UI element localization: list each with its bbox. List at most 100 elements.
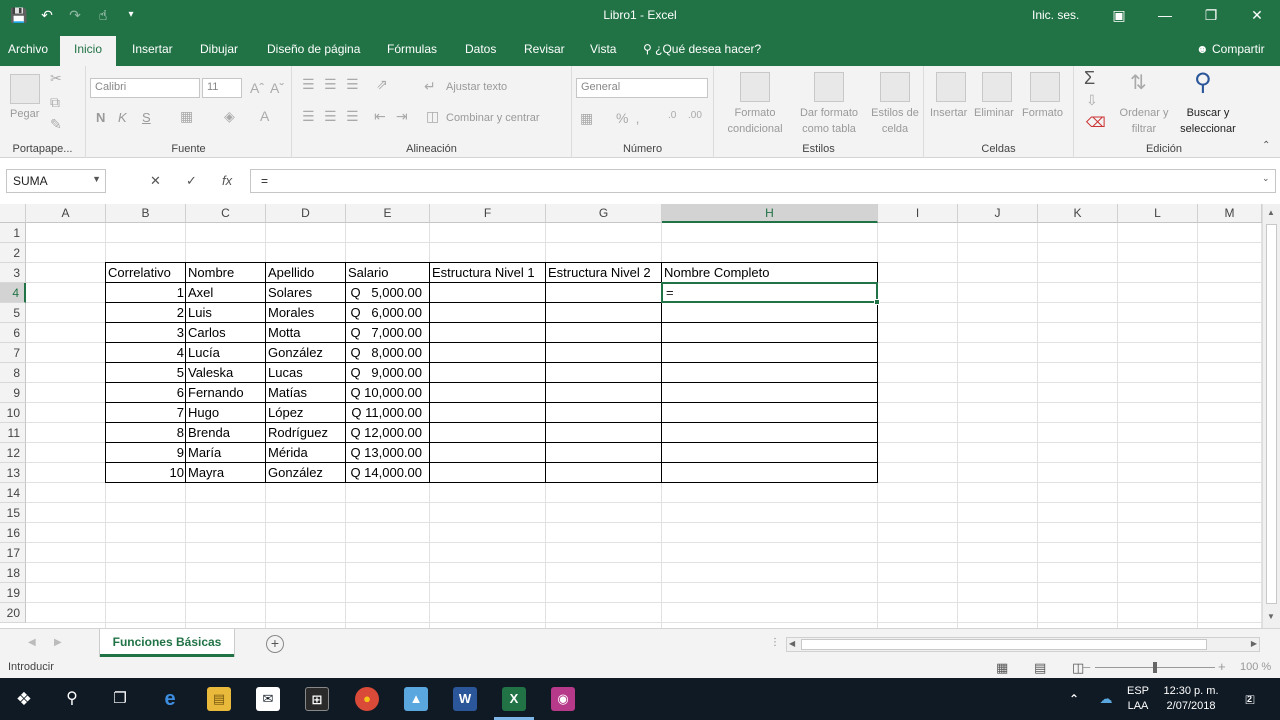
wrap-text-button[interactable]: Ajustar texto [446,81,507,93]
column-header-d[interactable]: D [266,204,346,223]
wallpaper-app-icon[interactable]: ▲ [404,687,428,711]
table-cell[interactable]: Luis [186,303,266,323]
column-header-g[interactable]: G [546,204,662,223]
row-header-19[interactable]: 19 [0,583,26,603]
tab-dibujar[interactable]: Dibujar [200,42,238,56]
calculator-icon[interactable]: ⊞ [305,687,329,711]
tab-vista[interactable]: Vista [590,42,616,56]
task-view-icon[interactable]: ❐ [108,687,132,711]
autosum-icon[interactable]: Σ [1084,68,1095,89]
sheet-tab-funciones-basicas[interactable]: Funciones Básicas [100,629,234,657]
network-icon[interactable]: ☁ [1094,687,1118,711]
action-center-icon[interactable]: □ 2 [1238,687,1262,711]
normal-view-icon[interactable]: ▦ [996,660,1008,676]
find-select-label-2[interactable]: seleccionar [1172,123,1244,135]
row-header-1[interactable]: 1 [0,223,26,243]
scroll-left-icon[interactable]: ◀ [789,639,795,648]
row-header-20[interactable]: 20 [0,603,26,623]
conditional-format-icon[interactable] [740,72,770,102]
table-cell[interactable]: Q 9,000.00 [346,363,424,383]
insert-cells-icon[interactable] [936,72,966,102]
table-cell[interactable]: 6 [106,383,186,403]
format-cells-button[interactable]: Formato [1022,107,1063,119]
column-header-b[interactable]: B [106,204,186,223]
scroll-up-icon[interactable]: ▲ [1267,208,1275,217]
insert-function-icon[interactable]: fx [222,173,232,188]
table-cell[interactable]: Mérida [266,443,346,463]
table-cell[interactable]: 9 [106,443,186,463]
column-header-a[interactable]: A [26,204,106,223]
table-cell[interactable]: Lucía [186,343,266,363]
edge-browser-icon[interactable]: e [158,687,182,711]
table-header-cell[interactable]: Nombre [186,263,266,283]
borders-icon[interactable]: ▦ [180,108,193,125]
zoom-slider-thumb[interactable] [1153,662,1157,673]
tab-datos[interactable]: Datos [465,42,496,56]
table-cell[interactable]: Q 11,000.00 [346,403,424,423]
sign-in-link[interactable]: Inic. ses. [1032,8,1079,22]
row-header-7[interactable]: 7 [0,343,26,363]
find-select-icon[interactable]: ⚲ [1194,68,1212,97]
zoom-in-icon[interactable]: + [1218,659,1226,674]
format-as-table-icon[interactable] [814,72,844,102]
table-cell[interactable]: Lucas [266,363,346,383]
accounting-format-icon[interactable]: ▦ [580,110,593,127]
column-header-l[interactable]: L [1118,204,1198,223]
table-header-cell[interactable]: Estructura Nivel 2 [546,263,662,283]
cut-icon[interactable]: ✂ [50,70,62,87]
row-header-16[interactable]: 16 [0,523,26,543]
column-header-c[interactable]: C [186,204,266,223]
table-cell[interactable]: Rodríguez [266,423,346,443]
windows-start-icon[interactable]: ❖ [12,687,36,711]
horizontal-scrollbar[interactable]: ◀ ▶ [786,637,1260,652]
underline-button[interactable]: S [142,110,151,125]
table-header-cell[interactable]: Salario [346,263,430,283]
chrome-icon[interactable]: ● [355,687,379,711]
column-header-k[interactable]: K [1038,204,1118,223]
table-cell[interactable]: 8 [106,423,186,443]
page-layout-icon[interactable]: ▤ [1034,660,1046,676]
row-header-2[interactable]: 2 [0,243,26,263]
active-cell-h4[interactable]: = [661,282,880,305]
expand-formula-bar-icon[interactable]: ⌄ [1262,173,1270,184]
table-cell[interactable]: Q 8,000.00 [346,343,424,363]
wrap-text-icon[interactable]: ↵ [424,78,436,95]
align-center-icon[interactable]: ☰ [324,108,337,125]
column-header-f[interactable]: F [430,204,546,223]
table-cell[interactable]: María [186,443,266,463]
align-right-icon[interactable]: ☰ [346,108,359,125]
row-header-11[interactable]: 11 [0,423,26,443]
zoom-level[interactable]: 100 % [1240,661,1271,673]
row-header-18[interactable]: 18 [0,563,26,583]
file-explorer-icon[interactable]: ▤ [207,687,231,711]
next-sheet-icon[interactable]: ▶ [54,637,62,648]
formula-input[interactable]: = [250,169,1276,193]
table-cell[interactable]: 1 [106,283,186,303]
font-color-icon[interactable]: A [260,108,269,124]
recorder-app-icon[interactable]: ◉ [551,687,575,711]
paste-icon[interactable] [10,74,40,104]
tab-revisar[interactable]: Revisar [524,42,565,56]
scroll-down-icon[interactable]: ▼ [1267,612,1275,621]
table-cell[interactable]: Q 5,000.00 [346,283,424,303]
table-cell[interactable]: Axel [186,283,266,303]
align-middle-icon[interactable]: ☰ [324,76,337,93]
table-cell[interactable]: Q 10,000.00 [346,383,424,403]
clear-icon[interactable]: ⌫ [1086,114,1106,131]
increase-decimal-icon[interactable]: .0 [668,110,676,121]
table-cell[interactable]: Morales [266,303,346,323]
delete-cells-icon[interactable] [982,72,1012,102]
row-header-12[interactable]: 12 [0,443,26,463]
table-cell[interactable]: Fernando [186,383,266,403]
table-cell[interactable]: 7 [106,403,186,423]
fill-icon[interactable]: ⇩ [1086,92,1098,109]
table-cell[interactable]: Q 7,000.00 [346,323,424,343]
fill-handle[interactable] [874,299,880,305]
copy-icon[interactable]: ⧉ [50,94,60,111]
font-size-box[interactable]: 11 [202,78,242,98]
row-header-5[interactable]: 5 [0,303,26,323]
row-header-9[interactable]: 9 [0,383,26,403]
table-cell[interactable]: Solares [266,283,346,303]
table-cell[interactable]: Mayra [186,463,266,483]
table-cell[interactable]: Q 6,000.00 [346,303,424,323]
